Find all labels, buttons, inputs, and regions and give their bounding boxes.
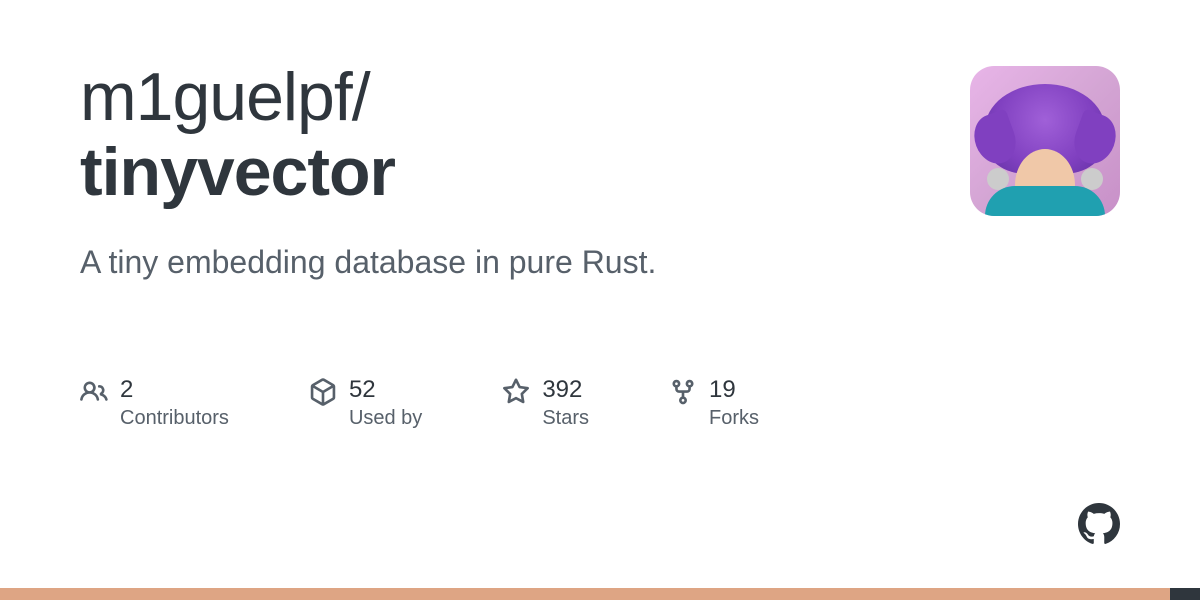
repo-description: A tiny embedding database in pure Rust.	[80, 244, 1120, 281]
stat-label: Forks	[709, 407, 759, 430]
stat-stars[interactable]: 392 Stars	[502, 376, 589, 430]
stat-used-by[interactable]: 52 Used by	[309, 376, 422, 430]
stat-label: Used by	[349, 407, 422, 430]
stat-value: 392	[542, 376, 589, 405]
lang-segment-other	[1170, 588, 1200, 600]
stat-value: 52	[349, 376, 422, 405]
star-icon	[502, 378, 530, 406]
stat-forks[interactable]: 19 Forks	[669, 376, 759, 430]
repo-name[interactable]: tinyvector	[80, 135, 970, 210]
stat-label: Contributors	[120, 407, 229, 430]
stat-value: 2	[120, 376, 229, 405]
stat-value: 19	[709, 376, 759, 405]
package-icon	[309, 378, 337, 406]
repo-title-block: m1guelpf/ tinyvector	[80, 60, 970, 210]
owner-avatar[interactable]	[970, 66, 1120, 216]
stats-row: 2 Contributors 52 Used by 392 Stars	[80, 376, 1120, 430]
people-icon	[80, 378, 108, 406]
stat-label: Stars	[542, 407, 589, 430]
stat-contributors[interactable]: 2 Contributors	[80, 376, 229, 430]
github-mark-icon[interactable]	[1078, 503, 1120, 545]
lang-segment-rust	[0, 588, 1170, 600]
language-bar	[0, 588, 1200, 600]
repo-owner[interactable]: m1guelpf/	[80, 60, 970, 135]
fork-icon	[669, 378, 697, 406]
